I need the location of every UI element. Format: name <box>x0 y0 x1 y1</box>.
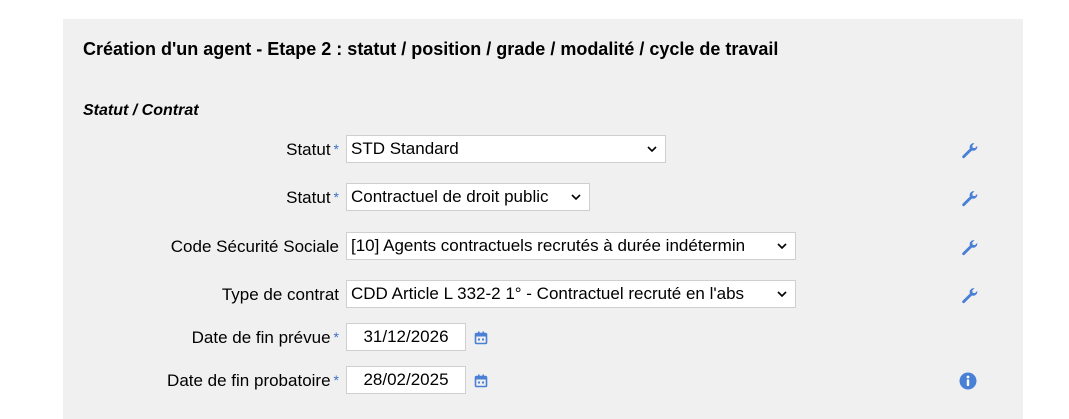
code-securite-sociale-value: [10] Agents contractuels recrutés à duré… <box>351 236 746 255</box>
wrench-icon[interactable] <box>960 286 978 304</box>
code-securite-sociale-select[interactable]: [10] Agents contractuels recrutés à duré… <box>346 232 796 260</box>
form-panel: Création d'un agent - Etape 2 : statut /… <box>63 19 1023 419</box>
statut-select[interactable]: STD Standard <box>346 135 666 163</box>
required-marker: * <box>333 329 339 345</box>
statut-contrat-select[interactable]: Contractuel de droit public <box>346 183 590 211</box>
code-securite-sociale-label: Code Sécurité Sociale <box>171 237 339 257</box>
required-marker: * <box>333 141 339 157</box>
type-contrat-label: Type de contrat <box>222 285 339 305</box>
required-marker: * <box>333 189 339 205</box>
statut-contrat-label: Statut * <box>286 188 339 208</box>
date-fin-probatoire-input[interactable]: 28/02/2025 <box>346 366 466 394</box>
section-title-statut-contrat: Statut / Contrat <box>83 102 199 119</box>
info-icon[interactable] <box>959 372 977 390</box>
type-contrat-value: CDD Article L 332-2 1° - Contractuel rec… <box>351 284 745 303</box>
wrench-icon[interactable] <box>960 238 978 256</box>
date-fin-prevue-label: Date de fin prévue * <box>192 328 339 348</box>
wrench-icon[interactable] <box>960 141 978 159</box>
statut-contrat-label-text: Statut <box>286 188 331 207</box>
statut-select-value: STD Standard <box>351 139 459 158</box>
calendar-icon[interactable] <box>474 374 488 388</box>
date-fin-prevue-input[interactable]: 31/12/2026 <box>346 323 466 351</box>
chevron-down-icon <box>571 194 581 201</box>
chevron-down-icon <box>777 291 787 298</box>
calendar-icon[interactable] <box>474 331 488 345</box>
type-contrat-label-text: Type de contrat <box>221 285 339 304</box>
page-title: Création d'un agent - Etape 2 : statut /… <box>83 39 779 59</box>
date-fin-probatoire-label-text: Date de fin probatoire <box>167 371 331 390</box>
statut-contrat-select-value: Contractuel de droit public <box>351 187 549 206</box>
chevron-down-icon <box>647 146 657 153</box>
date-fin-probatoire-label: Date de fin probatoire * <box>167 371 339 391</box>
required-marker: * <box>333 372 339 388</box>
date-fin-prevue-label-text: Date de fin prévue <box>191 328 331 347</box>
statut-label-text: Statut <box>286 140 331 159</box>
wrench-icon[interactable] <box>960 189 978 207</box>
type-contrat-select[interactable]: CDD Article L 332-2 1° - Contractuel rec… <box>346 280 796 308</box>
chevron-down-icon <box>777 243 787 250</box>
code-securite-sociale-label-text: Code Sécurité Sociale <box>170 237 339 256</box>
statut-label: Statut * <box>286 140 339 160</box>
